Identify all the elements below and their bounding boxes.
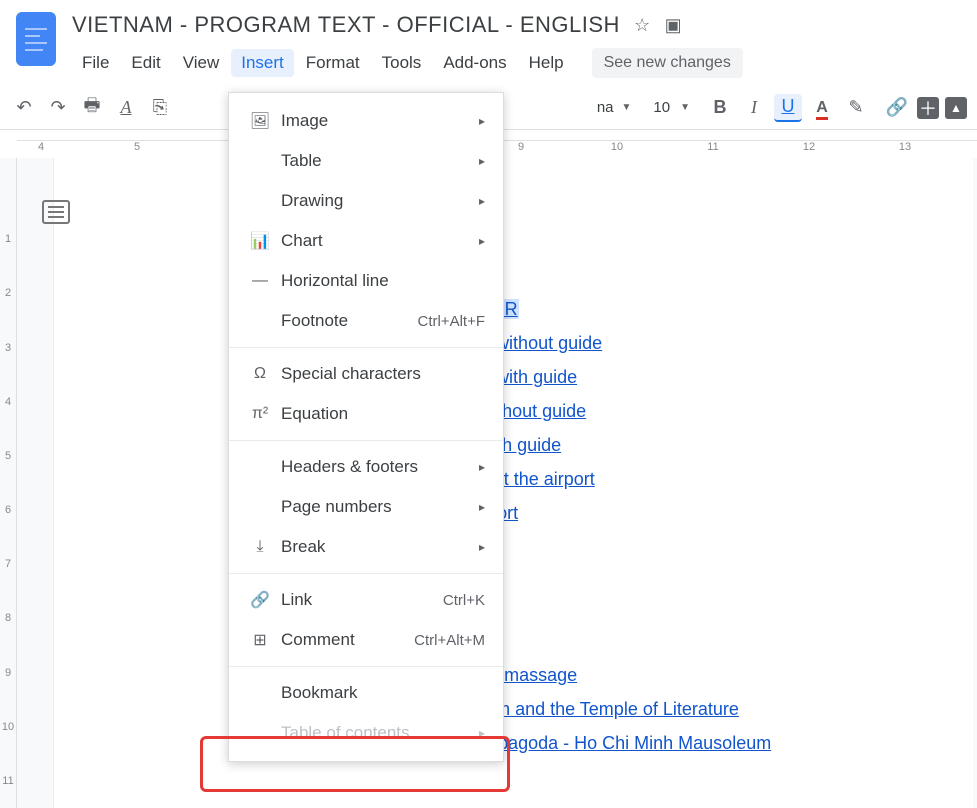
menu-insert[interactable]: Insert [231,49,294,77]
insert-dropdown: 🖼 Image▸ Table▸ Drawing▸ 📊 Chart▸ — Hori… [228,92,504,762]
insert-comment[interactable]: ⊞ Comment Ctrl+Alt+M [229,620,503,660]
link-icon: 🔗 [247,590,273,610]
insert-horizontal-line[interactable]: — Horizontal line [229,261,503,301]
document-outline-icon[interactable] [42,200,70,224]
omega-icon: Ω [247,365,273,383]
insert-special-chars[interactable]: Ω Special characters [229,354,503,394]
highlight-icon[interactable]: ✎ [842,94,870,122]
move-icon[interactable]: ▣ [665,15,683,36]
menu-edit[interactable]: Edit [121,49,170,77]
insert-footnote[interactable]: Footnote Ctrl+Alt+F [229,301,503,341]
break-icon: ⤓ [247,538,273,556]
menu-separator [229,666,503,667]
shortcut-label: Ctrl+K [443,592,485,609]
menu-separator [229,440,503,441]
paint-format-icon[interactable]: ⎘ [146,94,174,122]
document-title[interactable]: VIETNAM - PROGRAM TEXT - OFFICIAL - ENGL… [72,12,620,38]
insert-table[interactable]: Table▸ [229,141,503,181]
bold-icon[interactable]: B [706,94,734,122]
menu-file[interactable]: File [72,49,119,77]
submenu-arrow-icon: ▸ [479,540,485,554]
insert-headers-footers[interactable]: Headers & footers▸ [229,447,503,487]
redo-icon[interactable]: ↷ [44,94,72,122]
insert-equation[interactable]: π² Equation [229,394,503,434]
add-comment-icon[interactable]: ＋ [917,97,939,119]
submenu-arrow-icon: ▸ [479,234,485,248]
comment-icon: ⊞ [247,630,273,650]
shortcut-label: Ctrl+Alt+M [414,632,485,649]
menu-separator [229,347,503,348]
undo-icon[interactable]: ↶ [10,94,38,122]
insert-break[interactable]: ⤓ Break▸ [229,527,503,567]
menu-bar: File Edit View Insert Format Tools Add-o… [72,48,961,78]
insert-page-numbers[interactable]: Page numbers▸ [229,487,503,527]
insert-chart[interactable]: 📊 Chart▸ [229,221,503,261]
insert-bookmark[interactable]: Bookmark [229,673,503,713]
italic-icon[interactable]: I [740,94,768,122]
chart-icon: 📊 [247,231,273,251]
image-icon: 🖼 [247,111,273,131]
font-family-select[interactable]: na▼ [591,99,638,116]
vertical-ruler[interactable]: 1234567891011 [0,158,17,808]
insert-link-icon[interactable]: 🔗 [883,94,911,122]
insert-image[interactable]: 🖼 Image▸ [229,101,503,141]
insert-table-of-contents: Table of contents▸ [229,713,503,753]
menu-separator [229,573,503,574]
menu-addons[interactable]: Add-ons [433,49,516,77]
menu-help[interactable]: Help [519,49,574,77]
insert-image-icon[interactable]: ▲ [945,97,967,119]
spellcheck-icon[interactable]: A [112,94,140,122]
submenu-arrow-icon: ▸ [479,726,485,740]
font-size-select[interactable]: 10▼ [643,99,700,116]
submenu-arrow-icon: ▸ [479,194,485,208]
hr-icon: — [247,272,273,290]
pi-icon: π² [247,405,273,423]
submenu-arrow-icon: ▸ [479,460,485,474]
submenu-arrow-icon: ▸ [479,154,485,168]
menu-view[interactable]: View [173,49,230,77]
menu-tools[interactable]: Tools [372,49,432,77]
print-icon[interactable]: 🖶 [78,94,106,122]
insert-link[interactable]: 🔗 Link Ctrl+K [229,580,503,620]
insert-drawing[interactable]: Drawing▸ [229,181,503,221]
shortcut-label: Ctrl+Alt+F [417,313,485,330]
submenu-arrow-icon: ▸ [479,500,485,514]
see-new-changes[interactable]: See new changes [592,48,743,78]
underline-icon[interactable]: U [774,94,802,122]
submenu-arrow-icon: ▸ [479,114,485,128]
docs-logo[interactable] [16,12,56,66]
star-icon[interactable]: ☆ [634,15,651,36]
text-color-icon[interactable]: A [808,94,836,122]
menu-format[interactable]: Format [296,49,370,77]
page: ents ADD IN TRANSFER n from the airport … [53,158,973,808]
